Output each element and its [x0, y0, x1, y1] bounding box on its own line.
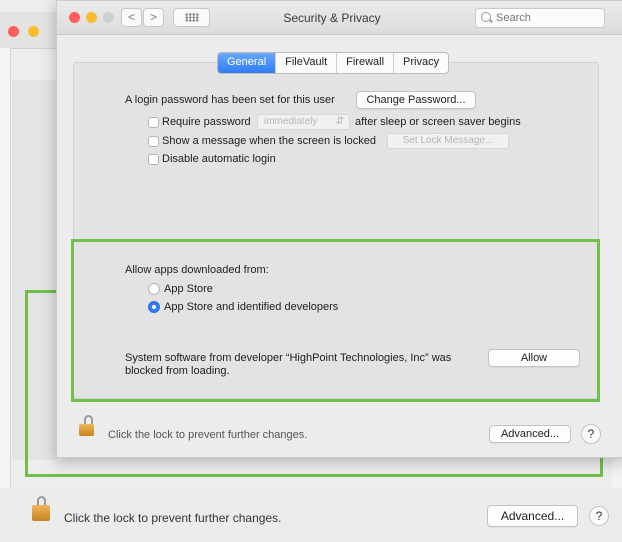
background-footer: Click the lock to prevent further change… — [0, 488, 622, 542]
tab-filevault[interactable]: FileVault — [276, 53, 338, 73]
tab-bar: General FileVault Firewall Privacy — [217, 52, 450, 74]
radio-app-store[interactable] — [148, 283, 160, 295]
show-all-button[interactable] — [173, 8, 210, 27]
require-password-label: Require password — [162, 116, 251, 128]
disable-auto-login-label: Disable automatic login — [162, 153, 276, 165]
stepper-icon: ⇵ — [335, 116, 344, 127]
require-password-checkbox[interactable] — [148, 117, 159, 128]
zoom-button — [103, 12, 114, 23]
require-password-suffix: after sleep or screen saver begins — [355, 116, 521, 128]
bg-lock-text: Click the lock to prevent further change… — [64, 511, 282, 525]
tab-firewall[interactable]: Firewall — [337, 53, 395, 73]
lock-icon[interactable] — [79, 424, 94, 436]
help-button[interactable]: ? — [581, 424, 601, 444]
bg-minimize-button[interactable] — [28, 26, 39, 37]
advanced-button[interactable]: Advanced... — [489, 425, 571, 443]
bg-close-button[interactable] — [8, 26, 19, 37]
tab-general[interactable]: General — [218, 53, 277, 73]
chevron-left-icon: < — [127, 10, 135, 24]
allow-button[interactable]: Allow — [488, 349, 580, 367]
search-icon — [481, 12, 491, 22]
require-password-delay-value: immediately — [264, 116, 318, 127]
allow-apps-heading: Allow apps downloaded from: — [125, 264, 269, 276]
set-lock-message-button: Set Lock Message... — [387, 133, 509, 149]
change-password-button[interactable]: Change Password... — [356, 91, 476, 109]
close-button[interactable] — [69, 12, 80, 23]
blocked-message-line2: blocked from loading. — [125, 365, 230, 377]
radio-identified-developers-label: App Store and identified developers — [164, 301, 339, 313]
tab-privacy[interactable]: Privacy — [394, 53, 448, 73]
bg-help-button[interactable]: ? — [589, 506, 609, 526]
minimize-button[interactable] — [86, 12, 97, 23]
show-message-label: Show a message when the screen is locked — [162, 135, 377, 147]
forward-button[interactable]: > — [143, 8, 164, 27]
radio-identified-developers[interactable] — [148, 301, 160, 313]
disable-auto-login-checkbox[interactable] — [148, 154, 159, 165]
blocked-message-line1: System software from developer “HighPoin… — [125, 352, 452, 364]
lock-text: Click the lock to prevent further change… — [108, 429, 308, 441]
require-password-delay-select: immediately ⇵ — [257, 114, 350, 130]
radio-selected-dot — [152, 305, 156, 309]
bg-lock-icon[interactable] — [32, 505, 50, 521]
security-privacy-window: < > Security & Privacy General FileVault… — [56, 0, 622, 458]
radio-app-store-label: App Store — [164, 283, 213, 295]
bg-advanced-button[interactable]: Advanced... — [487, 505, 578, 527]
window-title: Security & Privacy — [283, 11, 381, 25]
show-message-checkbox[interactable] — [148, 136, 159, 147]
login-password-text: A login password has been set for this u… — [125, 94, 335, 106]
titlebar: < > Security & Privacy — [57, 1, 622, 35]
background-left-edge — [0, 48, 11, 488]
back-button[interactable]: < — [121, 8, 142, 27]
chevron-right-icon: > — [149, 10, 157, 24]
grid-icon — [184, 13, 199, 22]
search-input[interactable] — [475, 8, 605, 28]
